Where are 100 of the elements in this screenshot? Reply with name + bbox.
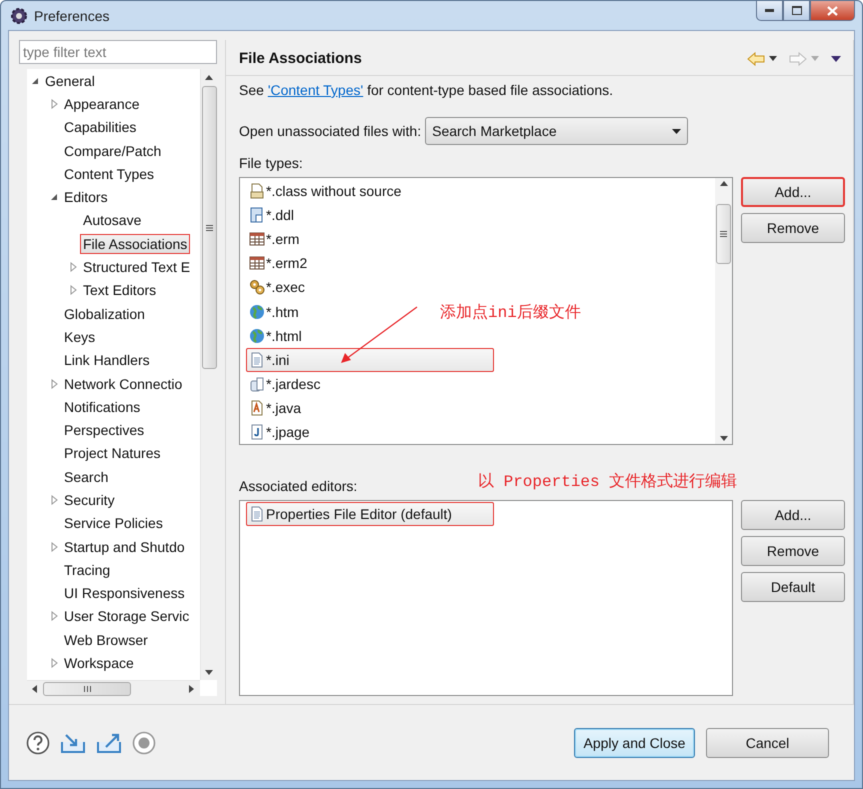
description-text: See 'Content Types' for content-type based file associations. bbox=[239, 82, 614, 100]
tree-item[interactable]: Globalization bbox=[61, 304, 148, 324]
caret-icon bbox=[811, 56, 819, 61]
tree-item[interactable]: Perspectives bbox=[61, 420, 148, 440]
tree-item[interactable]: Appearance bbox=[61, 94, 143, 114]
tree-item[interactable]: Capabilities bbox=[61, 117, 140, 138]
associated-editors-label: Associated editors: bbox=[239, 478, 358, 494]
file-type-item[interactable]: *.ddl bbox=[246, 203, 296, 228]
tree-item[interactable]: Network Connectio bbox=[61, 374, 186, 394]
java-file-icon bbox=[249, 400, 265, 416]
collapsed-arrow-icon[interactable] bbox=[50, 611, 58, 622]
open-with-label: Open unassociated files with: bbox=[239, 123, 422, 139]
file-type-item[interactable]: *.erm bbox=[246, 227, 300, 252]
tree-item[interactable]: UI Responsiveness bbox=[61, 583, 188, 604]
maximize-button[interactable] bbox=[783, 1, 810, 21]
file-type-item[interactable]: *.exec bbox=[246, 275, 306, 300]
scroll-up-icon[interactable] bbox=[205, 75, 213, 80]
gears-icon bbox=[249, 279, 265, 296]
scroll-up-icon[interactable] bbox=[720, 181, 728, 186]
tree-item[interactable]: Structured Text E bbox=[80, 257, 194, 278]
java-page-icon bbox=[249, 424, 265, 440]
tree-item[interactable]: Security bbox=[61, 490, 118, 510]
forward-button[interactable] bbox=[787, 50, 809, 68]
close-button[interactable] bbox=[810, 1, 855, 21]
editor-action-button[interactable]: Remove bbox=[741, 536, 845, 566]
tree-item[interactable]: Autosave bbox=[80, 210, 144, 230]
grip-icon bbox=[206, 224, 212, 230]
binary-file-icon bbox=[249, 183, 265, 200]
tree-item[interactable]: Link Handlers bbox=[61, 350, 153, 370]
close-icon bbox=[827, 6, 838, 16]
forward-arrow-icon bbox=[789, 52, 807, 66]
tree-item[interactable]: Service Policies bbox=[61, 513, 166, 534]
collapsed-arrow-icon[interactable] bbox=[50, 658, 58, 668]
minimize-button[interactable] bbox=[756, 1, 783, 21]
list-action-button[interactable]: Remove bbox=[741, 213, 845, 243]
horizontal-scrollbar[interactable] bbox=[27, 680, 200, 696]
tree-item[interactable]: Notifications bbox=[61, 396, 144, 417]
filter-field[interactable]: type filter text bbox=[19, 40, 217, 64]
back-arrow-icon bbox=[747, 52, 765, 66]
file-type-item[interactable]: *.ini bbox=[246, 348, 494, 372]
window-title: Preferences bbox=[34, 8, 110, 24]
file-type-item[interactable]: *.jardesc bbox=[246, 372, 322, 396]
file-type-item[interactable]: *.html bbox=[246, 324, 303, 348]
scroll-down-icon[interactable] bbox=[720, 436, 728, 441]
minimize-icon bbox=[765, 9, 774, 12]
tree-item[interactable]: File Associations bbox=[80, 234, 190, 254]
table-icon bbox=[249, 255, 265, 272]
file-type-item[interactable]: Properties File Editor (default) bbox=[246, 502, 494, 526]
tree-item[interactable]: General bbox=[42, 70, 98, 91]
annotation-text: 添加点ini后缀文件 bbox=[440, 302, 581, 323]
content-types-link[interactable]: 'Content Types' bbox=[268, 82, 364, 98]
editor-action-button[interactable]: Add... bbox=[741, 500, 845, 530]
file-type-item[interactable]: *.htm bbox=[246, 299, 300, 324]
help-icon[interactable] bbox=[26, 730, 50, 754]
text-file-icon bbox=[249, 506, 265, 522]
vertical-scrollbar[interactable] bbox=[715, 178, 732, 444]
collapsed-arrow-icon[interactable] bbox=[70, 262, 76, 272]
collapsed-arrow-icon[interactable] bbox=[50, 98, 58, 109]
collapsed-arrow-icon[interactable] bbox=[70, 285, 76, 296]
grip-icon bbox=[84, 686, 90, 692]
tree-item[interactable]: Keys bbox=[61, 326, 98, 347]
collapsed-arrow-icon[interactable] bbox=[50, 378, 58, 388]
tree-item[interactable]: Workspace bbox=[61, 653, 137, 674]
file-type-item[interactable]: *.class without source bbox=[246, 179, 402, 204]
editor-action-button[interactable]: Default bbox=[741, 572, 845, 602]
caret-icon bbox=[672, 128, 682, 134]
expanded-arrow-icon[interactable] bbox=[31, 76, 39, 85]
import-icon[interactable] bbox=[60, 732, 86, 754]
scroll-left-icon[interactable] bbox=[32, 684, 37, 692]
tree-item[interactable]: User Storage Servic bbox=[61, 606, 192, 626]
tree-item[interactable]: Compare/Patch bbox=[61, 140, 164, 161]
tree-item[interactable]: Startup and Shutdo bbox=[61, 536, 188, 557]
tree-item[interactable]: Text Editors bbox=[80, 280, 160, 300]
tree-item[interactable]: Tracing bbox=[61, 560, 114, 580]
collapsed-arrow-icon[interactable] bbox=[50, 542, 58, 552]
open-with-dropdown[interactable]: Search Marketplace bbox=[425, 117, 688, 145]
scroll-right-icon[interactable] bbox=[189, 684, 194, 692]
collapsed-arrow-icon[interactable] bbox=[50, 494, 58, 505]
file-type-item[interactable]: *.erm2 bbox=[246, 251, 308, 276]
text-file-icon bbox=[249, 352, 265, 368]
file-types-label: File types: bbox=[239, 155, 303, 171]
page-title: File Associations bbox=[239, 50, 363, 67]
dialog-button[interactable]: Apply and Close bbox=[574, 728, 695, 758]
tree-item[interactable]: Web Browser bbox=[61, 630, 151, 650]
tree-item[interactable]: Content Types bbox=[61, 164, 158, 184]
tree-item[interactable]: Editors bbox=[61, 187, 111, 208]
file-type-item[interactable]: *.jpage bbox=[246, 420, 311, 444]
globe-icon bbox=[249, 304, 265, 320]
caret-icon bbox=[769, 56, 777, 61]
list-action-button[interactable]: Add... bbox=[741, 177, 845, 207]
export-icon[interactable] bbox=[96, 732, 122, 754]
annotation-text: 以 Properties 文件格式进行编辑 bbox=[478, 472, 738, 492]
jar-icon bbox=[249, 376, 265, 392]
scroll-down-icon[interactable] bbox=[205, 670, 213, 675]
tree-item[interactable]: Project Natures bbox=[61, 443, 164, 464]
expanded-arrow-icon[interactable] bbox=[50, 193, 58, 202]
file-type-item[interactable]: *.java bbox=[246, 396, 302, 420]
tree-item[interactable]: Search bbox=[61, 466, 112, 487]
record-icon[interactable] bbox=[132, 730, 156, 754]
dialog-button[interactable]: Cancel bbox=[706, 728, 829, 758]
